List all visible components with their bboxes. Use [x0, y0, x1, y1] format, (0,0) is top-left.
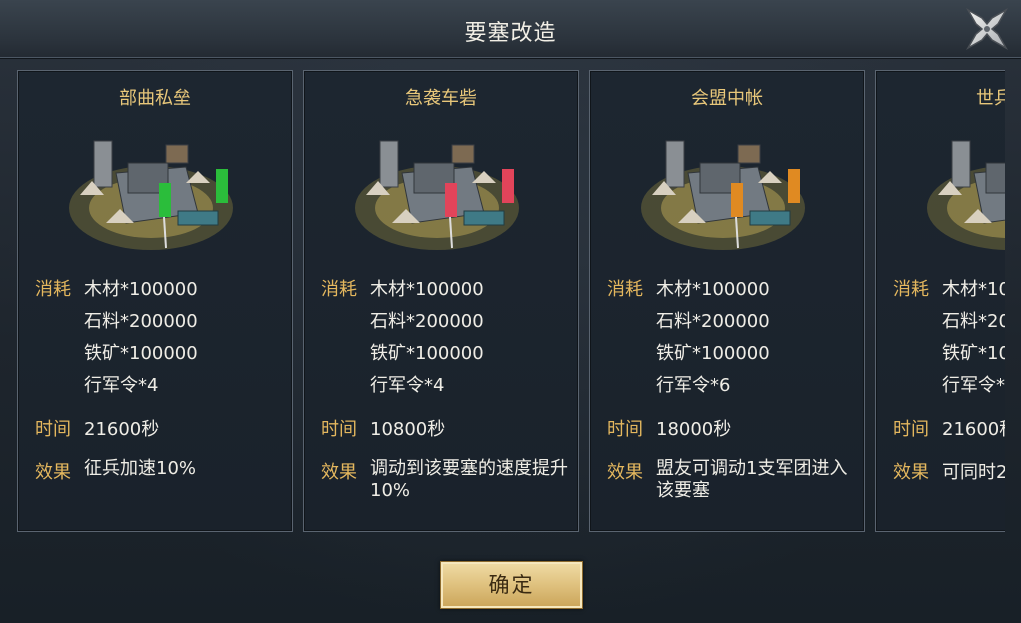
cost-item: 石料*200000 — [84, 311, 198, 332]
fortress-card[interactable]: 世兵 消耗 木材*10 石料*20 铁矿*10 行军令* 时间 21600秒 效… — [875, 70, 1005, 532]
confirm-button[interactable]: 确定 — [440, 561, 583, 609]
card-title: 急袭车砦 — [405, 88, 477, 109]
fortress-building-image — [641, 140, 805, 250]
cost-item: 铁矿*10 — [942, 343, 1005, 364]
fortress-card[interactable]: 会盟中帐 消耗 木材*100000 石料*200000 铁矿*100000 行军… — [589, 70, 865, 532]
cost-item: 行军令*6 — [656, 375, 731, 396]
time-label: 时间 — [893, 419, 929, 440]
card-title: 会盟中帐 — [691, 88, 763, 109]
effect-value: 调动到该要塞的速度提升10% — [370, 458, 568, 501]
close-button[interactable] — [962, 4, 1012, 54]
card-title: 部曲私垒 — [119, 88, 191, 109]
fortress-card-list[interactable]: 部曲私垒 消耗 木材*100000 石料*200000 铁矿*100000 行军… — [16, 70, 1005, 532]
time-value: 18000秒 — [656, 419, 732, 440]
cost-label: 消耗 — [893, 279, 929, 300]
close-icon — [965, 7, 1009, 51]
cost-item: 铁矿*100000 — [84, 343, 198, 364]
effect-label: 效果 — [321, 462, 357, 483]
effect-value: 盟友可调动1支军团进入该要塞 — [656, 458, 848, 501]
fortress-building-image — [355, 140, 519, 250]
time-value: 21600秒 — [942, 419, 1005, 440]
cost-item: 铁矿*100000 — [370, 343, 484, 364]
time-value: 21600秒 — [84, 419, 160, 440]
cost-label: 消耗 — [607, 279, 643, 300]
time-label: 时间 — [35, 419, 71, 440]
fortress-building-image — [69, 140, 233, 250]
cost-label: 消耗 — [35, 279, 71, 300]
effect-label: 效果 — [607, 462, 643, 483]
effect-value: 可同时2 — [942, 462, 1005, 483]
fortress-building-image — [927, 140, 1005, 250]
time-label: 时间 — [321, 419, 357, 440]
cost-item: 石料*20 — [942, 311, 1005, 332]
title-bar: 要塞改造 — [0, 0, 1021, 59]
cost-item: 石料*200000 — [656, 311, 770, 332]
cost-item: 行军令*4 — [370, 375, 445, 396]
time-label: 时间 — [607, 419, 643, 440]
fortress-card[interactable]: 部曲私垒 消耗 木材*100000 石料*200000 铁矿*100000 行军… — [17, 70, 293, 532]
fortress-card[interactable]: 急袭车砦 消耗 木材*100000 石料*200000 铁矿*100000 行军… — [303, 70, 579, 532]
cost-item: 铁矿*100000 — [656, 343, 770, 364]
cost-item: 木材*10 — [942, 279, 1005, 300]
effect-label: 效果 — [893, 462, 929, 483]
cost-item: 木材*100000 — [370, 279, 484, 300]
cost-item: 行军令* — [942, 375, 1005, 396]
dialog-title: 要塞改造 — [464, 21, 557, 46]
cost-item: 石料*200000 — [370, 311, 484, 332]
effect-label: 效果 — [35, 462, 71, 483]
time-value: 10800秒 — [370, 419, 446, 440]
card-title: 世兵 — [976, 88, 1005, 109]
cost-item: 行军令*4 — [84, 375, 159, 396]
cost-label: 消耗 — [321, 279, 357, 300]
cost-item: 木材*100000 — [656, 279, 770, 300]
effect-value: 征兵加速10% — [84, 458, 197, 479]
cost-item: 木材*100000 — [84, 279, 198, 300]
